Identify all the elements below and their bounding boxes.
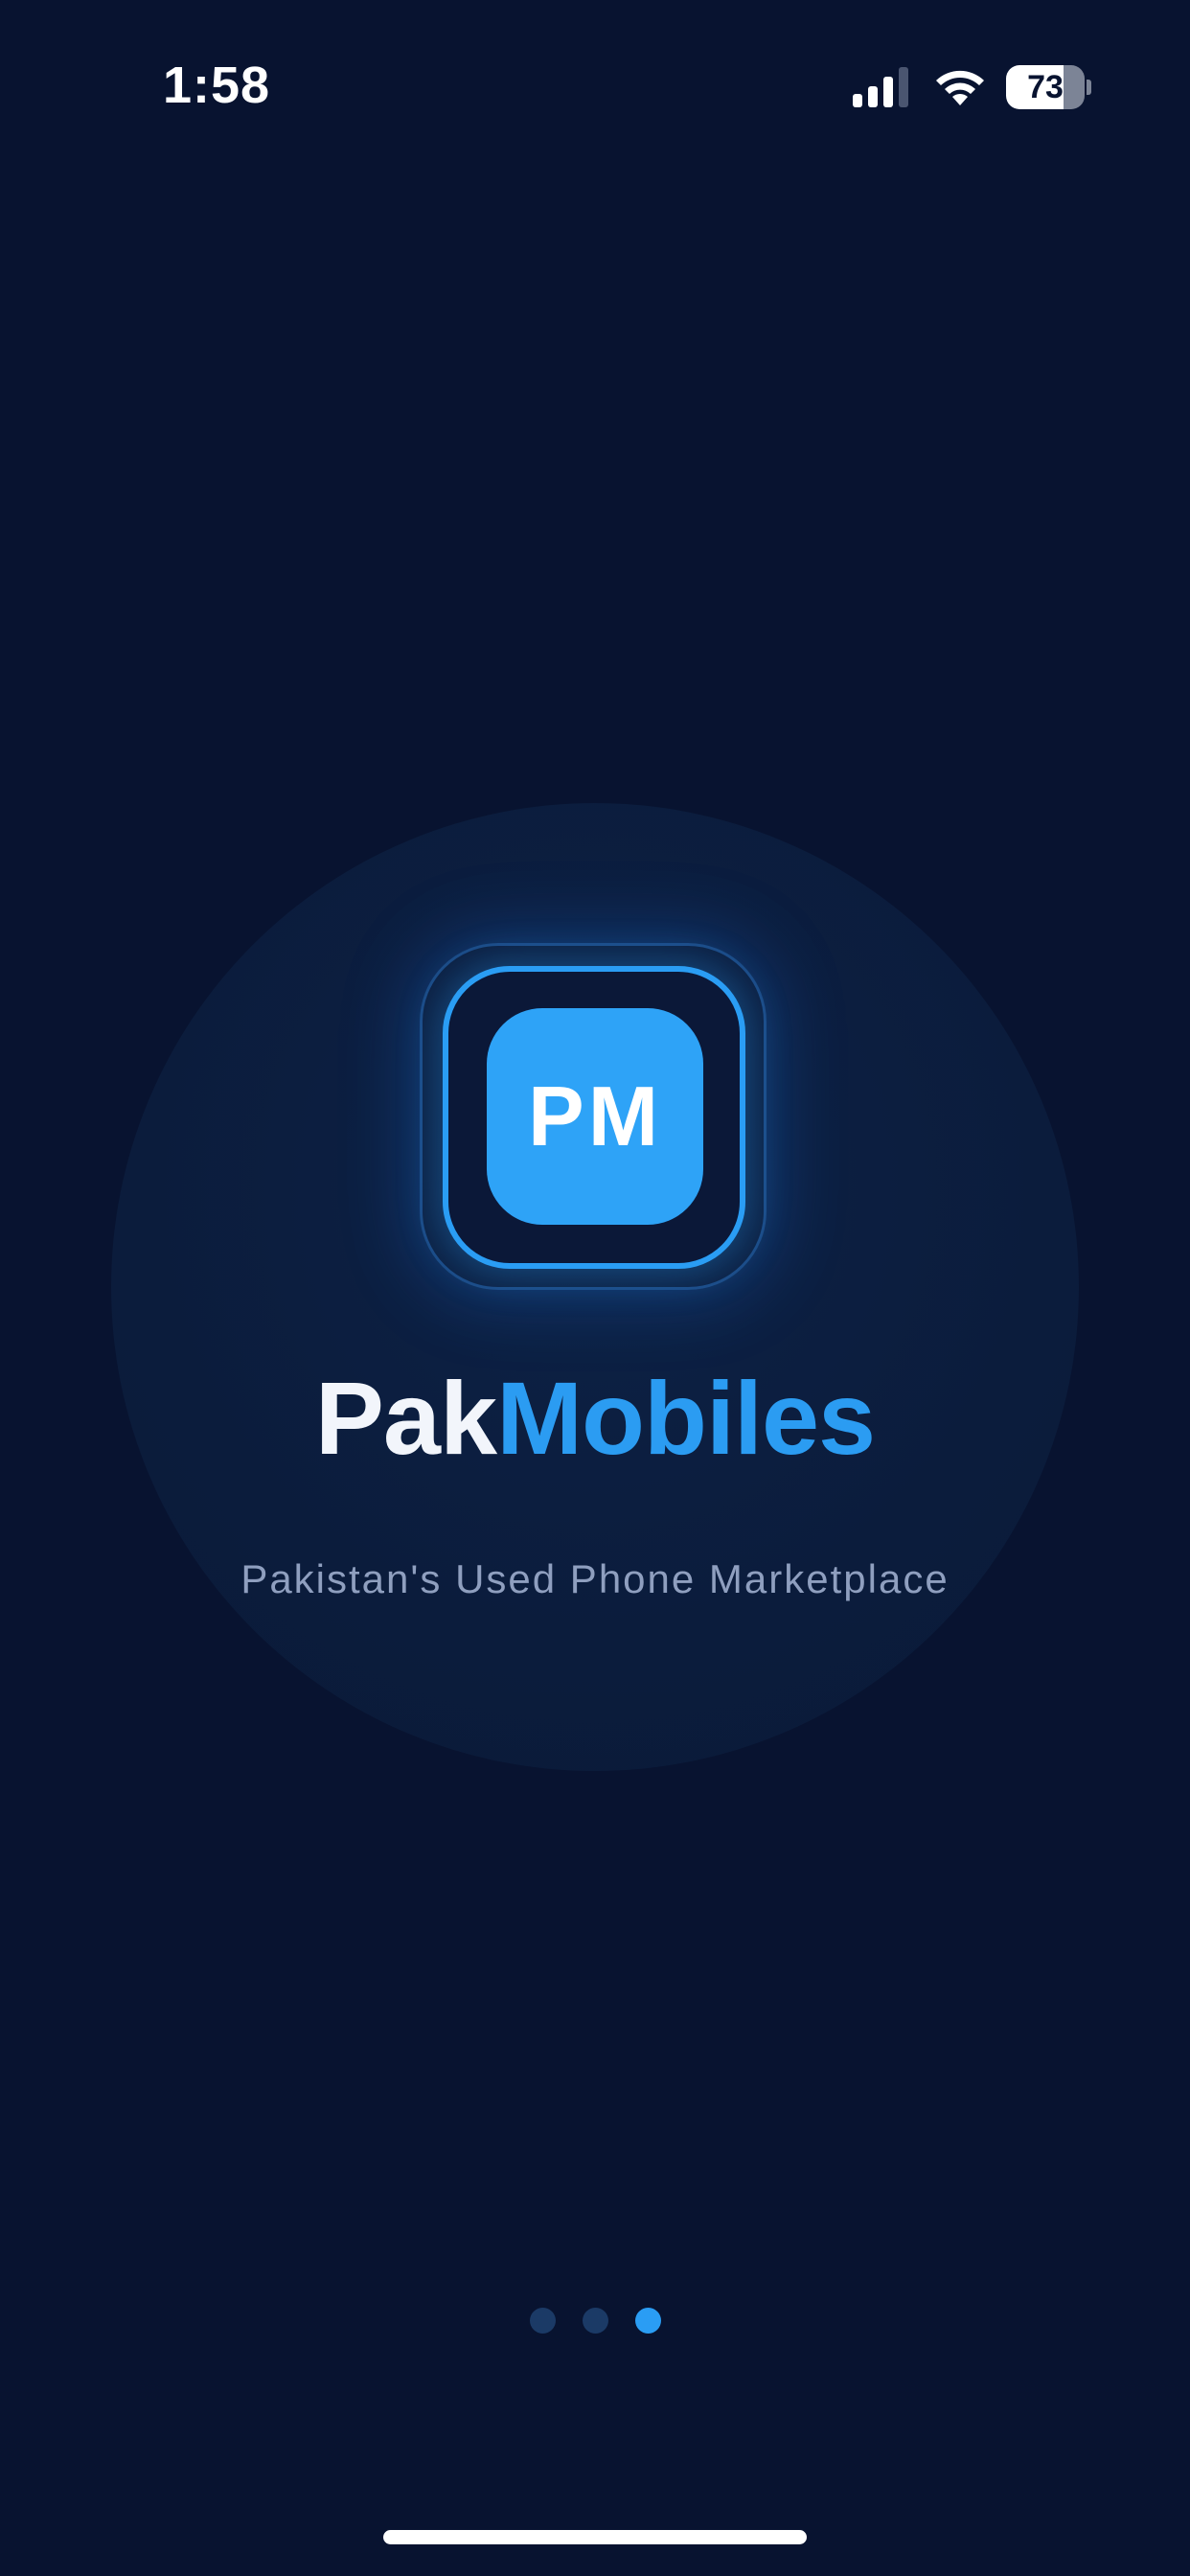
battery-cap [1087,80,1091,95]
page-indicator [0,2308,1190,2334]
status-bar: 1:58 73 [0,0,1190,172]
logo-text: PM [528,1069,662,1163]
status-time: 1:58 [163,57,271,114]
wifi-icon [936,70,984,105]
app-name-part1: Pak [314,1360,497,1476]
page-dot-2[interactable] [582,2308,608,2334]
tagline: Pakistan's Used Phone Marketplace [240,1556,950,1601]
battery-icon: 73 [1006,65,1091,109]
page-dot-1[interactable] [529,2308,556,2334]
app-name: PakMobiles [0,1351,1190,1485]
app-name-part2: Mobiles [496,1360,876,1476]
splash-screen: 1:58 73 PM PakMobiles Pakistan's Used Ph… [0,0,1190,2576]
home-indicator[interactable] [383,2530,807,2544]
signal-icon [853,67,908,107]
battery-level: 73 [1027,69,1064,105]
battery-body: 73 [1006,65,1085,109]
page-dot-3[interactable] [634,2308,661,2334]
